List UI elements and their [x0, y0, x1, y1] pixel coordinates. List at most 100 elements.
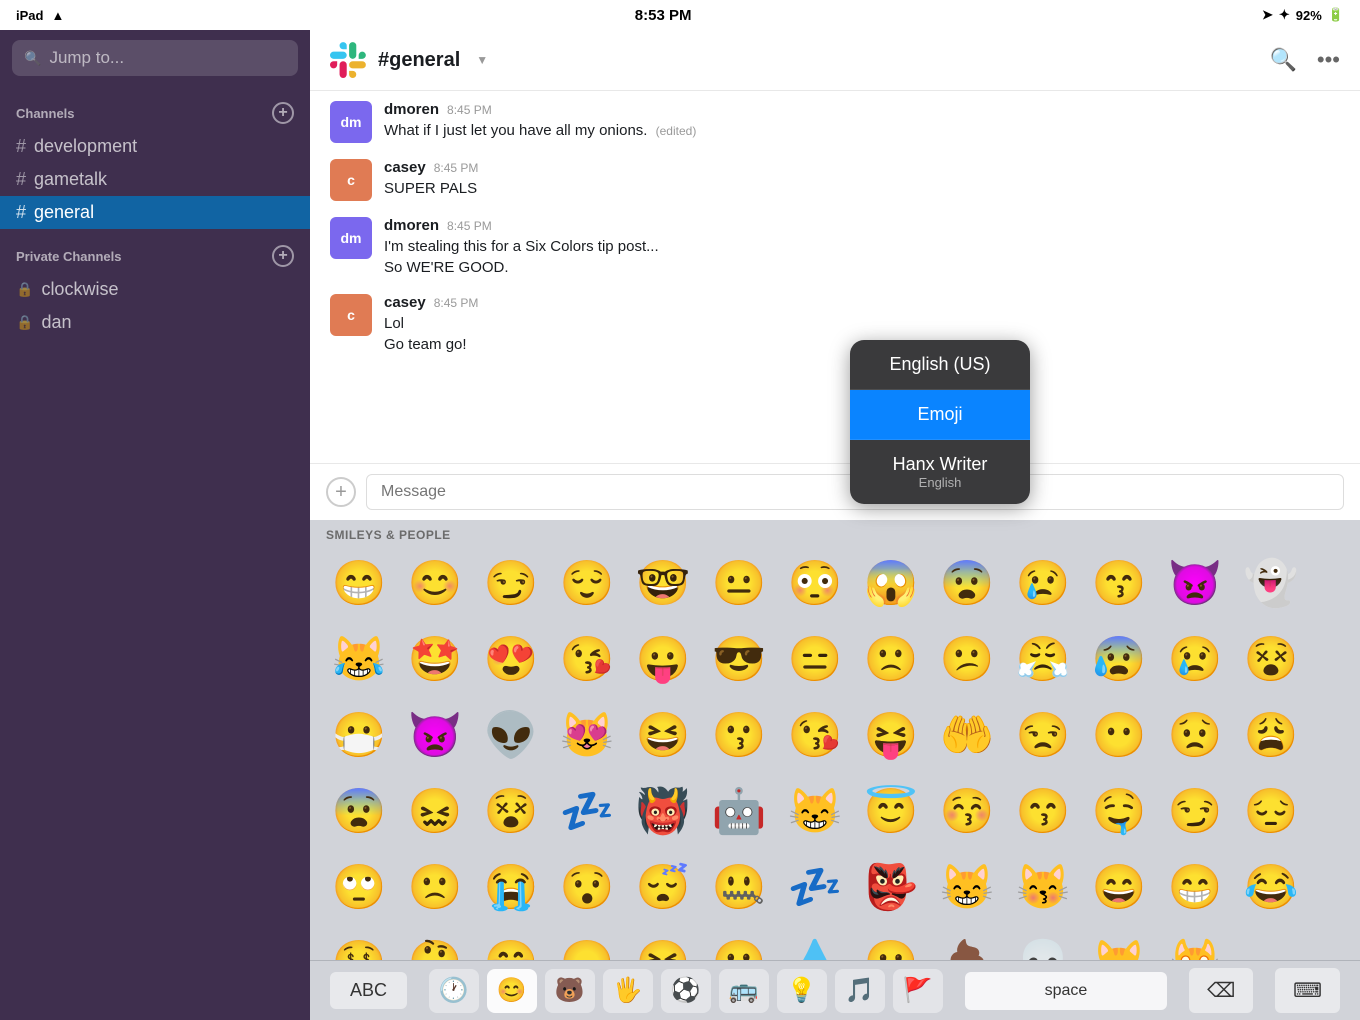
- emoji-cell[interactable]: 😵: [1234, 622, 1308, 696]
- emoji-cell[interactable]: 😁: [322, 546, 396, 620]
- emoji-cell[interactable]: 👿: [398, 698, 472, 772]
- emoji-cell[interactable]: 👹: [626, 774, 700, 848]
- emoji-cell[interactable]: 🤤: [1082, 774, 1156, 848]
- emoji-cell[interactable]: 💧: [778, 926, 852, 960]
- emoji-cell[interactable]: 😄: [1082, 850, 1156, 924]
- emoji-cell[interactable]: 🤑: [322, 926, 396, 960]
- emoji-cell[interactable]: 😊: [398, 546, 472, 620]
- emoji-cell[interactable]: 😨: [930, 546, 1004, 620]
- emoji-icon-button[interactable]: 😊: [487, 969, 537, 1013]
- emoji-cell[interactable]: 😯: [550, 850, 624, 924]
- emoji-cell[interactable]: 🤐: [702, 850, 776, 924]
- sports-icon-button[interactable]: ⚽: [661, 969, 711, 1013]
- delete-button[interactable]: ⌫: [1189, 968, 1253, 1013]
- emoji-cell[interactable]: 😳: [778, 546, 852, 620]
- keyboard-dismiss-button[interactable]: ⌨: [1275, 968, 1340, 1013]
- emoji-cell[interactable]: 😭: [474, 850, 548, 924]
- emoji-cell[interactable]: 😴: [626, 850, 700, 924]
- emoji-cell[interactable]: 😺: [1082, 926, 1156, 960]
- emoji-cell[interactable]: 😇: [854, 774, 928, 848]
- emoji-cell[interactable]: 🤔: [398, 926, 472, 960]
- emoji-cell[interactable]: 😵: [474, 774, 548, 848]
- emoji-cell[interactable]: 🙀: [1158, 926, 1232, 960]
- add-channel-button[interactable]: +: [272, 102, 294, 124]
- search-button[interactable]: 🔍: [1269, 47, 1296, 73]
- emoji-cell[interactable]: 😷: [854, 926, 928, 960]
- emoji-cell[interactable]: 🙄: [322, 850, 396, 924]
- emoji-cell[interactable]: 😁: [1158, 850, 1232, 924]
- more-options-button[interactable]: •••: [1317, 47, 1340, 73]
- emoji-cell[interactable]: 😽: [1006, 850, 1080, 924]
- emoji-cell[interactable]: 😠: [550, 926, 624, 960]
- language-option-emoji[interactable]: Emoji: [850, 390, 1030, 440]
- emoji-cell[interactable]: 😟: [1158, 698, 1232, 772]
- sidebar-item-gametalk[interactable]: # gametalk: [0, 163, 310, 196]
- emoji-cell[interactable]: 😛: [626, 622, 700, 696]
- emoji-cell[interactable]: 💩: [930, 926, 1004, 960]
- emoji-cell[interactable]: 🙁: [854, 622, 928, 696]
- emoji-cell[interactable]: 🤩: [398, 622, 472, 696]
- emoji-cell[interactable]: 😆: [626, 698, 700, 772]
- space-button[interactable]: space: [965, 972, 1168, 1010]
- emoji-cell[interactable]: 😖: [398, 774, 472, 848]
- language-option-english[interactable]: English (US): [850, 340, 1030, 390]
- travel-icon-button[interactable]: 🚌: [719, 969, 769, 1013]
- channel-dropdown-icon[interactable]: ▼: [476, 53, 488, 67]
- emoji-cell[interactable]: 😻: [550, 698, 624, 772]
- emoji-cell[interactable]: 😚: [930, 774, 1004, 848]
- emoji-cell[interactable]: 😆: [626, 926, 700, 960]
- emoji-cell[interactable]: 😤: [1006, 622, 1080, 696]
- emoji-cell[interactable]: 😩: [1234, 698, 1308, 772]
- emoji-cell[interactable]: 😷: [322, 698, 396, 772]
- emoji-cell[interactable]: 😒: [1006, 698, 1080, 772]
- flags-icon-button[interactable]: 🚩: [893, 969, 943, 1013]
- sidebar-item-dan[interactable]: 🔒 dan: [0, 306, 310, 339]
- emoji-cell[interactable]: 😑: [778, 622, 852, 696]
- sidebar-item-clockwise[interactable]: 🔒 clockwise: [0, 273, 310, 306]
- emoji-cell[interactable]: 😸: [778, 774, 852, 848]
- emoji-cell[interactable]: 😮: [702, 926, 776, 960]
- hands-icon-button[interactable]: 🖐: [603, 969, 653, 1013]
- emoji-cell[interactable]: 😏: [474, 546, 548, 620]
- add-private-channel-button[interactable]: +: [272, 245, 294, 267]
- emoji-cell[interactable]: 🤭: [474, 926, 548, 960]
- emoji-cell[interactable]: 🤖: [702, 774, 776, 848]
- emoji-cell[interactable]: 👽: [474, 698, 548, 772]
- emoji-cell[interactable]: 💀: [1006, 926, 1080, 960]
- emoji-cell[interactable]: 😐: [702, 546, 776, 620]
- emoji-cell[interactable]: 😝: [854, 698, 928, 772]
- emoji-cell[interactable]: 😨: [322, 774, 396, 848]
- emoji-cell[interactable]: 😙: [1082, 546, 1156, 620]
- sidebar-search[interactable]: 🔍 Jump to...: [12, 40, 298, 76]
- attachment-button[interactable]: +: [326, 477, 356, 507]
- emoji-cell[interactable]: 😂: [1234, 850, 1308, 924]
- emoji-cell[interactable]: 💤: [778, 850, 852, 924]
- emoji-cell[interactable]: 😱: [854, 546, 928, 620]
- animals-icon-button[interactable]: 🐻: [545, 969, 595, 1013]
- emoji-cell[interactable]: 👺: [854, 850, 928, 924]
- sidebar-item-general[interactable]: # general: [0, 196, 310, 229]
- emoji-cell[interactable]: 😹: [322, 622, 396, 696]
- emoji-cell[interactable]: 👿: [1158, 546, 1232, 620]
- emoji-cell[interactable]: 🙁: [398, 850, 472, 924]
- emoji-cell[interactable]: 😶: [1082, 698, 1156, 772]
- emoji-cell[interactable]: 😙: [1006, 774, 1080, 848]
- emoji-cell[interactable]: 💤: [550, 774, 624, 848]
- abc-button[interactable]: ABC: [330, 972, 407, 1009]
- emoji-cell[interactable]: 😗: [702, 698, 776, 772]
- emoji-cell[interactable]: 😎: [702, 622, 776, 696]
- emoji-cell[interactable]: 😘: [550, 622, 624, 696]
- emoji-cell[interactable]: 😘: [778, 698, 852, 772]
- emoji-cell[interactable]: 👻: [1234, 546, 1308, 620]
- recent-icon-button[interactable]: 🕐: [429, 969, 479, 1013]
- emoji-cell[interactable]: 😍: [474, 622, 548, 696]
- emoji-cell[interactable]: 😸: [930, 850, 1004, 924]
- emoji-cell[interactable]: 😕: [930, 622, 1004, 696]
- emoji-cell[interactable]: 😌: [550, 546, 624, 620]
- language-option-hanx[interactable]: Hanx Writer English: [850, 440, 1030, 504]
- emoji-cell[interactable]: 🤲: [930, 698, 1004, 772]
- sidebar-item-development[interactable]: # development: [0, 130, 310, 163]
- emoji-cell[interactable]: 😰: [1082, 622, 1156, 696]
- emoji-cell[interactable]: 😏: [1158, 774, 1232, 848]
- emoji-cell[interactable]: 😢: [1006, 546, 1080, 620]
